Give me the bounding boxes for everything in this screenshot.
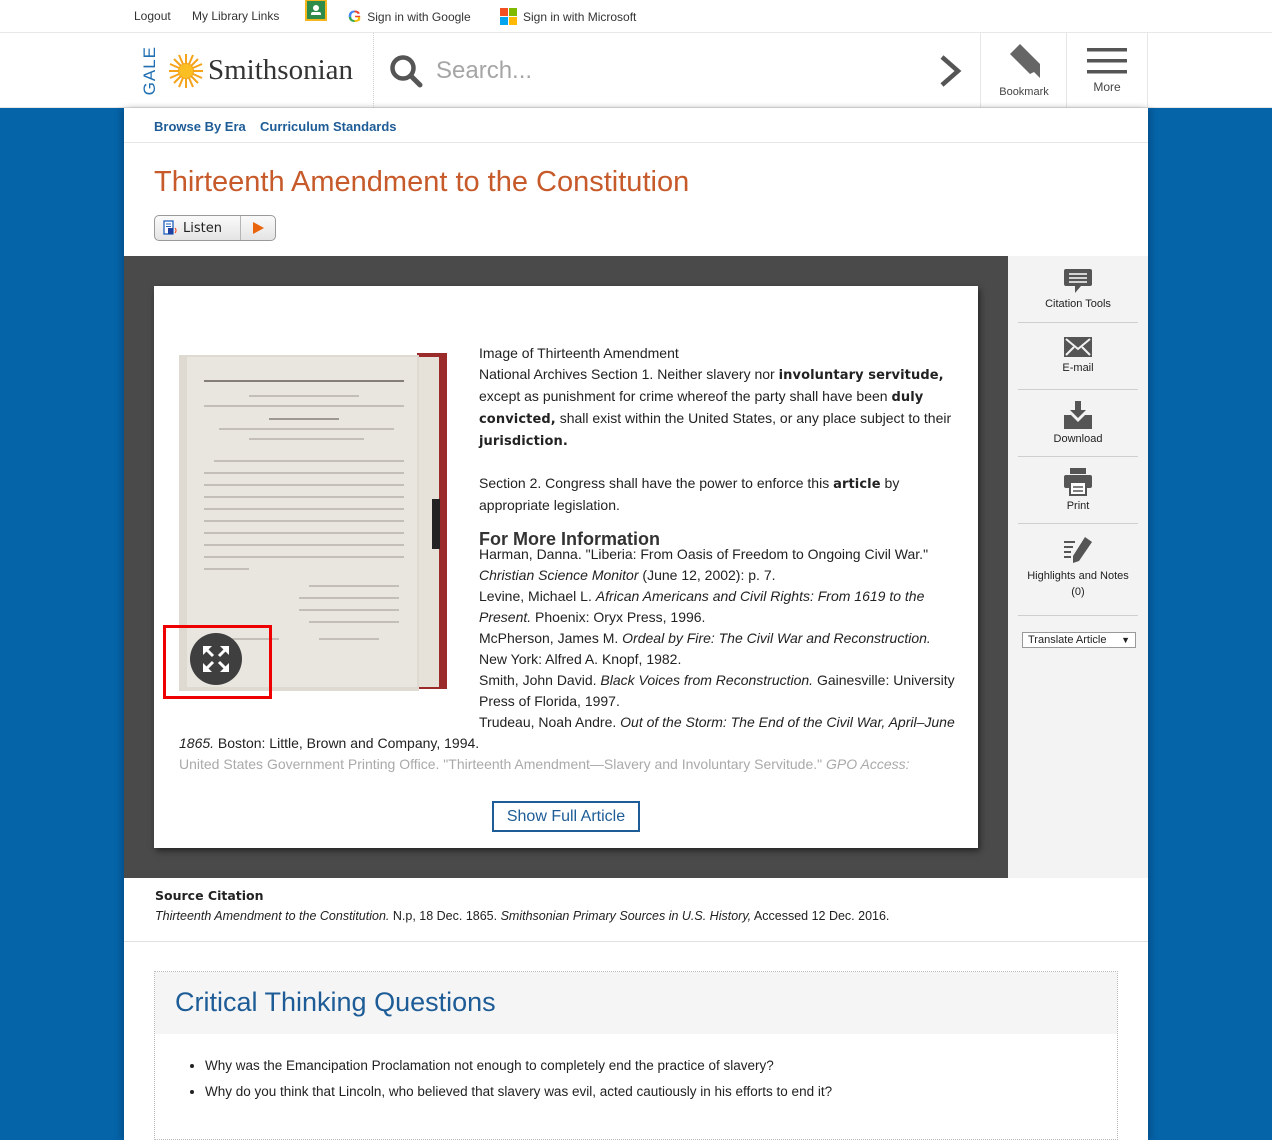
my-library-links[interactable]: My Library Links [192, 9, 279, 23]
question-item: Why do you think that Lincoln, who belie… [205, 1084, 832, 1100]
listen-label: Listen [183, 220, 222, 236]
article-body: Image of Thirteenth Amendment National A… [479, 343, 961, 553]
microsoft-icon [500, 8, 517, 25]
section-1-text: shall exist within the United States, or… [555, 410, 952, 426]
section-1-text: except as punishment for crime whereof t… [479, 388, 892, 404]
download-button[interactable]: Download [1018, 401, 1138, 457]
article-card: Image of Thirteenth Amendment National A… [154, 286, 978, 848]
section-2-text: Section 2. Congress shall have the power… [479, 475, 834, 491]
term-link[interactable]: article [833, 477, 881, 492]
questions-list: Why was the Emancipation Proclamation no… [205, 1058, 832, 1110]
section-2: Section 2. Congress shall have the power… [479, 473, 961, 516]
google-icon: G [348, 7, 362, 26]
critical-thinking-panel: Critical Thinking Questions Why was the … [154, 971, 1118, 1140]
utility-bar: Logout My Library Links G Sign in with G… [0, 0, 1272, 33]
reference-item: Smith, John David. Black Voices from Rec… [479, 672, 955, 709]
microsoft-signin-label: Sign in with Microsoft [523, 9, 637, 24]
hamburger-menu-icon [1087, 47, 1127, 73]
highlights-notes-button[interactable]: Highlights and Notes (0) [1018, 536, 1138, 616]
bookmark-label: Bookmark [999, 85, 1049, 98]
sun-icon [169, 53, 203, 88]
citation-tools-button[interactable]: Citation Tools [1018, 268, 1138, 323]
speaker-document-icon [163, 220, 177, 235]
google-signin-button[interactable]: G Sign in with Google [348, 7, 471, 27]
printer-icon [1064, 468, 1092, 496]
download-label: Download [1053, 433, 1103, 445]
bookmark-icon [1010, 43, 1040, 78]
envelope-icon [1064, 337, 1092, 357]
play-icon [253, 222, 264, 234]
listen-main[interactable]: Listen [155, 216, 241, 240]
image-caption: Image of Thirteenth Amendment [479, 345, 679, 361]
reference-item: Harman, Danna. "Liberia: From Oasis of F… [479, 546, 929, 583]
term-link[interactable]: jurisdiction. [479, 434, 568, 449]
bookmark-button[interactable]: Bookmark [980, 33, 1067, 108]
nav-browse-by-era[interactable]: Browse By Era [154, 119, 246, 134]
highlights-count: (0) [1071, 586, 1085, 598]
more-label: More [1093, 79, 1121, 94]
search-input[interactable] [436, 57, 916, 85]
tools-sidebar: Citation Tools E-mail Download Print Hig… [1008, 256, 1148, 878]
show-full-article-button[interactable]: Show Full Article [492, 801, 640, 832]
search-submit-chevron-icon[interactable] [936, 51, 966, 91]
section-1: National Archives Section 1. Neither sla… [479, 364, 961, 452]
dropdown-triangle-icon: ▼ [1121, 635, 1130, 645]
highlights-label: Highlights and Notes [1027, 570, 1129, 582]
reference-item: McPherson, James M. Ordeal by Fire: The … [479, 630, 931, 667]
highlighter-pen-icon [1064, 537, 1092, 563]
sub-navigation: Browse By Era Curriculum Standards [124, 108, 1148, 143]
google-signin-label: Sign in with Google [367, 10, 471, 24]
document-viewer: Image of Thirteenth Amendment National A… [124, 256, 1008, 878]
translate-article-select[interactable]: Translate Article ▼ [1022, 632, 1136, 648]
source-citation-heading: Source Citation [155, 888, 264, 903]
content-column: Browse By Era Curriculum Standards Thirt… [124, 108, 1148, 1140]
critical-thinking-title: Critical Thinking Questions [175, 987, 496, 1017]
references-list: Harman, Danna. "Liberia: From Oasis of F… [179, 544, 961, 775]
source-citation-text: Thirteenth Amendment to the Constitution… [155, 909, 890, 923]
reference-item: Trudeau, Noah Andre. Out of the Storm: T… [179, 714, 955, 751]
print-label: Print [1066, 500, 1090, 512]
microsoft-signin-button[interactable]: Sign in with Microsoft [500, 8, 636, 25]
header: GALE Smithsonian B [0, 33, 1272, 108]
more-menu-button[interactable]: More [1066, 33, 1148, 108]
citation-speech-bubble-icon [1064, 269, 1092, 293]
print-button[interactable]: Print [1018, 468, 1138, 524]
reference-item-faded: United States Government Printing Office… [179, 756, 910, 772]
section-divider [124, 941, 1148, 942]
gale-smithsonian-logo[interactable]: GALE Smithsonian [140, 43, 353, 98]
google-classroom-icon [305, 0, 327, 21]
search-icon[interactable] [388, 53, 424, 89]
header-divider [373, 33, 374, 108]
page-title: Thirteenth Amendment to the Constitution [154, 166, 690, 198]
reference-item: Levine, Michael L. African Americans and… [479, 588, 925, 625]
email-label: E-mail [1062, 362, 1094, 374]
gale-wordmark: GALE [140, 45, 159, 96]
play-button[interactable] [241, 222, 275, 234]
section-1-text: National Archives Section 1. Neither sla… [479, 366, 779, 382]
source-citation: Source Citation Thirteenth Amendment to … [155, 888, 889, 923]
email-button[interactable]: E-mail [1018, 336, 1138, 390]
logout-link[interactable]: Logout [134, 9, 171, 23]
google-classroom-button[interactable] [305, 0, 327, 21]
question-item: Why was the Emancipation Proclamation no… [205, 1058, 832, 1074]
download-icon [1064, 401, 1092, 429]
listen-button[interactable]: Listen [154, 215, 276, 241]
translate-label: Translate Article [1028, 634, 1107, 646]
nav-curriculum-standards[interactable]: Curriculum Standards [260, 119, 397, 134]
smithsonian-wordmark: Smithsonian [208, 54, 354, 86]
term-link[interactable]: involuntary servitude, [779, 368, 944, 383]
citation-tools-label: Citation Tools [1045, 298, 1111, 310]
search-box [388, 47, 928, 95]
